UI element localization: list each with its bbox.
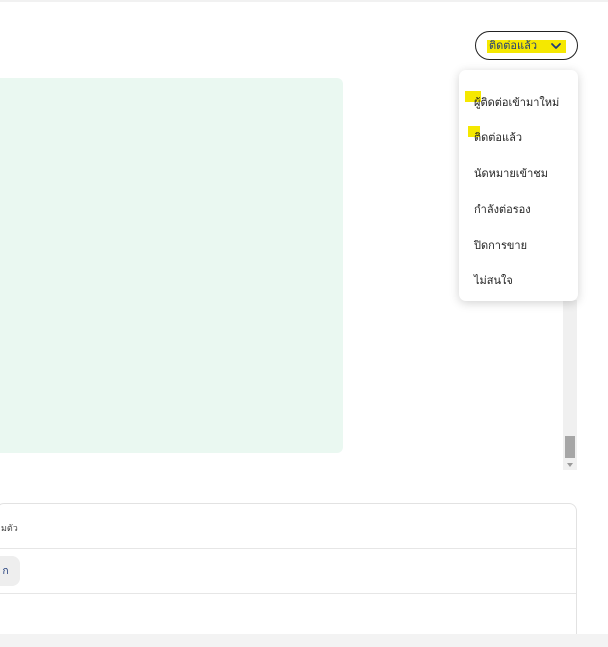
chevron-down-icon xyxy=(551,42,561,49)
scrollbar-thumb[interactable] xyxy=(565,436,575,458)
top-border xyxy=(0,0,608,2)
status-label: ติดต่อแล้ว xyxy=(489,39,538,52)
info-card: มตัว ก xyxy=(0,503,577,643)
scrollbar[interactable] xyxy=(563,300,577,470)
menu-item-not-interested[interactable]: ไม่สนใจ xyxy=(474,271,513,289)
scroll-down-arrow-icon[interactable] xyxy=(566,462,574,468)
content-panel xyxy=(0,78,343,453)
card-chip-button[interactable]: ก xyxy=(0,556,20,586)
menu-item-appointment[interactable]: นัดหมายเข้าชม xyxy=(474,164,548,182)
card-row-label: มตัว xyxy=(1,524,18,534)
bottom-border xyxy=(0,634,608,647)
status-dropdown-button[interactable]: ติดต่อแล้ว xyxy=(475,31,578,60)
card-divider xyxy=(0,548,576,549)
menu-item-new-contact[interactable]: ผู้ติดต่อเข้ามาใหม่ xyxy=(465,91,559,111)
menu-item-negotiating[interactable]: กำลังต่อรอง xyxy=(474,200,531,218)
menu-item-closed-sale[interactable]: ปิดการขาย xyxy=(474,236,527,254)
status-dropdown-menu: ผู้ติดต่อเข้ามาใหม่ ติดต่อแล้ว นัดหมายเข… xyxy=(459,70,578,301)
menu-item-contacted[interactable]: ติดต่อแล้ว xyxy=(468,126,522,146)
card-divider xyxy=(0,593,576,594)
